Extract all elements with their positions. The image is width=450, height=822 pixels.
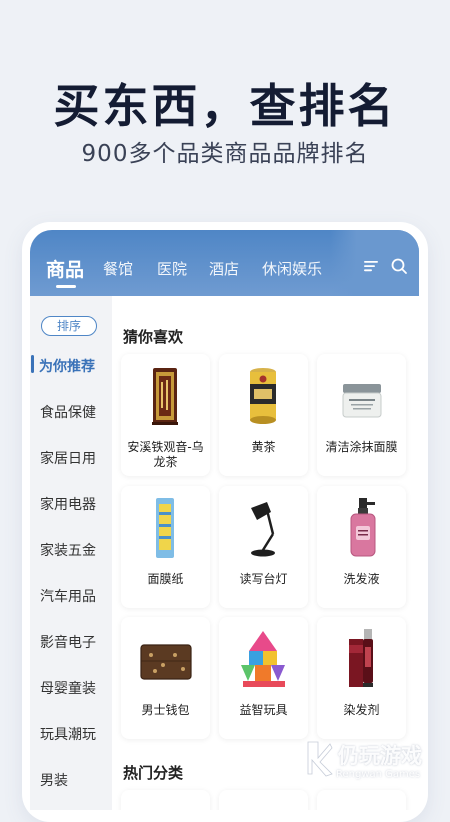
sidebar-item-toys[interactable]: 玩具潮玩 [40,724,96,744]
product-label: 洗发液 [343,572,380,586]
category-tab-bar: 商品 餐馆 医院 酒店 休闲娱乐 [30,230,419,296]
guess-you-like-title: 猜你喜欢 [123,328,184,346]
sidebar-item-household[interactable]: 家居日用 [40,448,96,468]
hair-dye-icon [349,629,373,687]
desk-lamp-icon [251,502,275,557]
watermark: 仍玩游戏 Rengwan Games [300,736,450,796]
product-label: 清洁涂抹面膜 [325,440,398,454]
tea-can-icon [250,368,276,424]
product-label: 安溪铁观音-乌龙茶 [127,440,204,469]
shampoo-bottle-icon [350,498,376,557]
product-card[interactable]: 男士钱包 [121,617,210,739]
active-category-marker [31,355,34,373]
wallet-icon [140,644,192,680]
product-label: 读写台灯 [239,572,288,586]
cream-jar-icon [342,384,382,418]
active-tab-indicator [56,285,76,288]
mask-paper-icon [156,498,174,558]
product-card[interactable]: 染发剂 [317,617,406,739]
hero-title: 买东西，查排名 [53,79,397,133]
sidebar-item-menswear[interactable]: 男装 [40,770,68,790]
hero-subtitle: 900多个品类商品品牌排名 [81,141,369,167]
product-label: 面膜纸 [147,572,184,586]
sidebar-item-food-health[interactable]: 食品保健 [40,402,96,422]
watermark-subtext: Rengwan Games [336,769,421,780]
product-card[interactable]: 清洁涂抹面膜 [317,354,406,476]
product-content: 猜你喜欢 安溪铁观音-乌龙茶 黄茶 清洁涂抹面膜 面膜纸 读写台灯 洗发液 男士… [112,296,419,810]
sidebar-item-baby[interactable]: 母婴童装 [40,678,96,698]
hot-category-card[interactable] [219,790,308,810]
product-card[interactable]: 读写台灯 [219,486,308,608]
tab-goods[interactable]: 商品 [46,255,84,282]
product-label: 染发剂 [343,703,380,717]
sidebar-item-auto[interactable]: 汽车用品 [40,586,96,606]
hot-category-card[interactable] [121,790,210,810]
tab-hotels[interactable]: 酒店 [209,258,239,279]
sidebar-item-appliances[interactable]: 家用电器 [40,494,96,514]
list-menu-icon[interactable] [362,257,380,275]
tab-leisure[interactable]: 休闲娱乐 [262,258,322,279]
product-card[interactable]: 益智玩具 [219,617,308,739]
watermark-logo-icon [307,741,333,777]
product-label: 益智玩具 [239,703,288,717]
tea-box-icon [152,368,178,425]
tab-restaurants[interactable]: 餐馆 [103,258,133,279]
product-label: 黄茶 [251,440,276,454]
product-card[interactable]: 洗发液 [317,486,406,608]
sort-button[interactable]: 排序 [41,316,97,336]
magnetic-blocks-icon [241,631,285,687]
search-icon[interactable] [390,257,408,275]
product-label: 男士钱包 [141,703,190,717]
watermark-text: 仍玩游戏 [338,744,422,768]
tab-hospitals[interactable]: 医院 [157,258,187,279]
sidebar-item-recommended[interactable]: 为你推荐 [39,356,95,376]
product-card[interactable]: 安溪铁观音-乌龙茶 [121,354,210,476]
sidebar-item-electronics[interactable]: 影音电子 [40,632,96,652]
sidebar-item-hardware[interactable]: 家装五金 [40,540,96,560]
product-card[interactable]: 面膜纸 [121,486,210,608]
hot-categories-title: 热门分类 [123,764,184,782]
product-card[interactable]: 黄茶 [219,354,308,476]
